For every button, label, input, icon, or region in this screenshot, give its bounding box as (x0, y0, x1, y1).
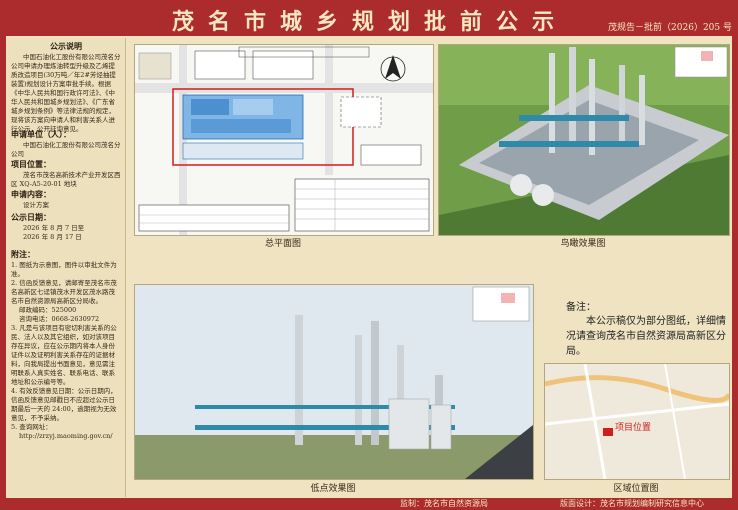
footer-bar: 监制：茂名市自然资源局 版面设计：茂名市规划编制研究信息中心 (0, 498, 738, 510)
aerial-caption: 鸟瞰效果图 (560, 239, 606, 249)
document-number: 茂规告－批前（2026）205 号 (608, 23, 732, 33)
appendix-item: 咨询电话：0668-2630972 (19, 315, 100, 323)
appendix-section: 附注： 1. 图纸为示意图，图件以审批文件为准。 2. 信函反馈意见，请邮寄至茂… (11, 250, 121, 441)
notice-sidebar: 公示说明 中国石油化工股份有限公司茂名分公司申请办理炼油转型升级及乙烯提质改造项… (7, 38, 126, 497)
applicant-label: 申请单位（人）： (11, 129, 71, 139)
website-link[interactable]: http://zrzyj.maoming.gov.cn/ (11, 432, 121, 441)
appendix-item: 1. 图纸为示意图，图件以审批文件为准。 (11, 261, 117, 278)
location-map-panel: 项目位置 (544, 363, 730, 480)
appendix-item: 5. 查询网址： (11, 423, 52, 431)
applicant-section: 申请单位（人）： 中国石油化工股份有限公司茂名分公司 (11, 130, 121, 159)
applicant-value: 中国石油化工股份有限公司茂名分公司 (11, 141, 121, 158)
period-label: 公示日期： (11, 212, 51, 222)
period-end: 2026 年 8 月 17 日 (23, 233, 82, 241)
appendix-item: 3. 凡是与该项目有密切利害关系的公民、法人以及其它组织，如对该项目存在异议，应… (11, 324, 117, 386)
content-label: 申请内容： (11, 189, 51, 199)
project-section: 项目位置： 茂名市茂名高新技术产业开发区西区 XQ-A5-20-01 地块 (11, 160, 121, 189)
period-start: 2026 年 8 月 7 日至 (23, 224, 85, 232)
note-text: 本公示稿仅为部分图纸，详细情况请查询茂名市自然资源局高新区分局。 (566, 316, 726, 357)
content-section: 申请内容： 设计方案 (11, 190, 121, 210)
note-title: 备注： (566, 302, 596, 313)
appendix-label: 附注： (11, 249, 35, 259)
aerial-render-panel (438, 44, 730, 236)
footer-supervise: 监制：茂名市自然资源局 (400, 499, 488, 508)
notice-title: 公示说明 (50, 41, 82, 51)
footer-design: 版面设计：茂名市规划编制研究信息中心 (560, 499, 704, 508)
project-value: 茂名市茂名高新技术产业开发区西区 XQ-A5-20-01 地块 (11, 171, 121, 188)
appendix-item: 4. 有效反馈意见日期：公示日期内，信函反馈意见邮戳日不应超过公示日期最后一天的… (11, 387, 117, 422)
project-label: 项目位置： (11, 159, 51, 169)
site-plan-caption: 总平面图 (264, 239, 301, 249)
period-section: 公示日期： 2026 年 8 月 7 日至 2026 年 8 月 17 日 (11, 213, 121, 242)
aerial-render-image (439, 45, 729, 235)
site-plan-panel (134, 44, 434, 236)
notice-text: 中国石油化工股份有限公司茂名分公司申请办理炼油转型升级及乙烯提质改造项目(30万… (11, 53, 121, 133)
project-location-marker: 项目位置 (615, 423, 652, 433)
location-caption: 区域位置图 (613, 484, 659, 494)
content-value: 设计方案 (23, 201, 49, 209)
low-angle-render-panel (134, 284, 534, 480)
header-bar: 茂名市城乡规划批前公示 茂规告－批前（2026）205 号 (0, 0, 738, 36)
site-plan-drawing (135, 45, 433, 235)
notice-section: 公示说明 中国石油化工股份有限公司茂名分公司申请办理炼油转型升级及乙烯提质改造项… (11, 42, 121, 134)
low-angle-render-image (135, 285, 533, 479)
appendix-item: 2. 信函反馈意见，请邮寄至茂名市茂名高新区七迳镇茂水开发区茂水路茂名市自然资源… (11, 279, 117, 305)
page-title: 茂名市城乡规划批前公示 (171, 9, 568, 35)
low-angle-caption: 低点效果图 (310, 484, 356, 494)
appendix-item: 邮政编码：525000 (19, 306, 77, 314)
